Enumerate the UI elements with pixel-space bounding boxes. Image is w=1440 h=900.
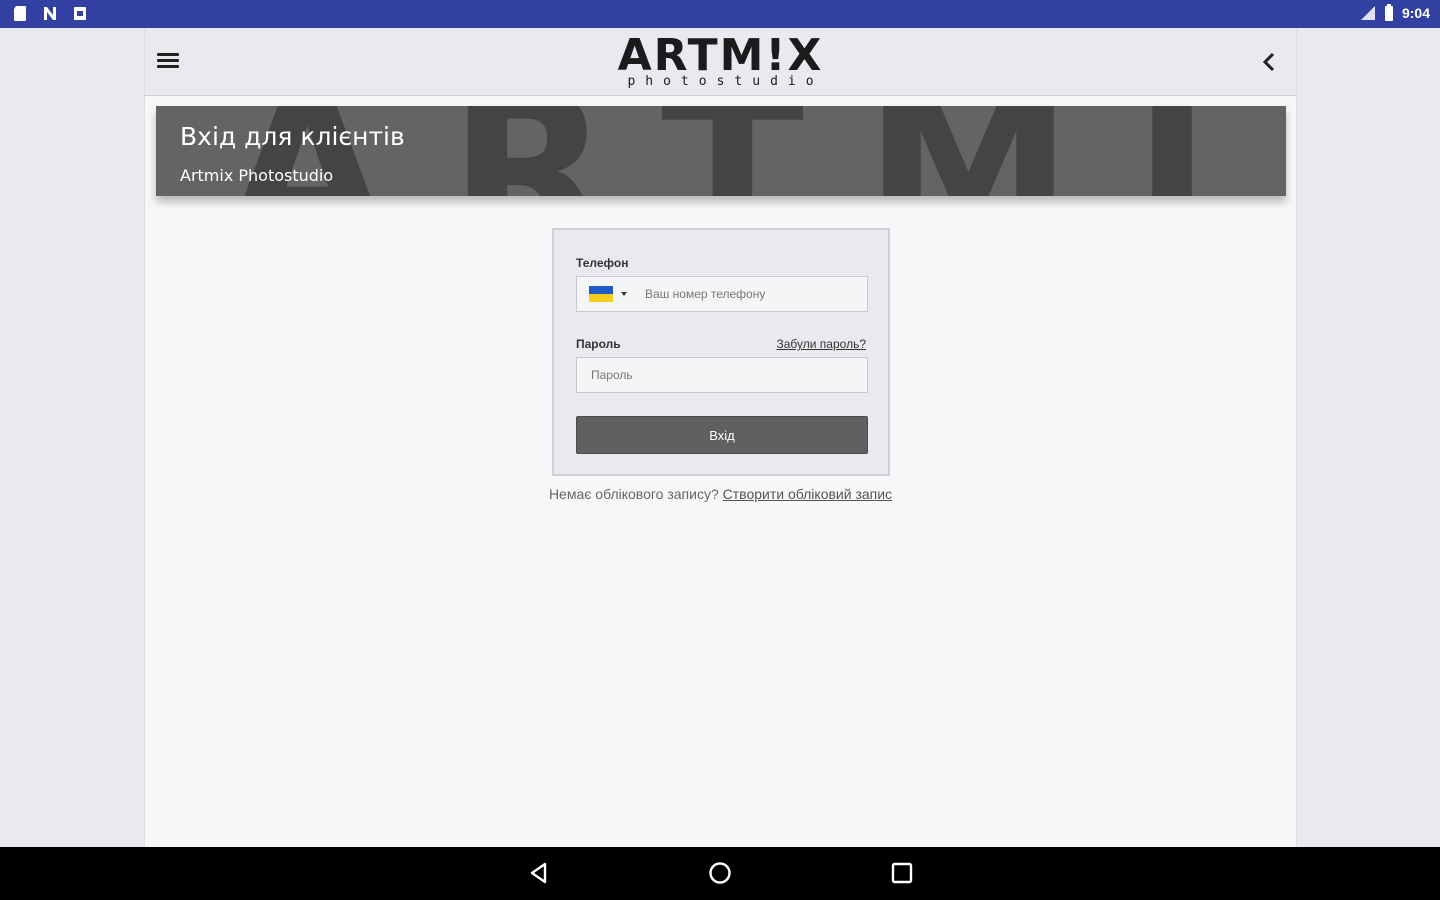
status-bar: 9:04 [0, 0, 1440, 28]
status-time: 9:04 [1401, 4, 1430, 21]
password-input[interactable] [591, 358, 861, 392]
artmix-logo: ARTM!X photostudio [145, 30, 1296, 89]
logo-main: ARTM!X [617, 30, 824, 81]
page-title: Вхід для клієнтів [180, 122, 405, 151]
signup-text: Немає облікового запису? [548, 486, 719, 502]
recents-icon[interactable] [888, 859, 916, 887]
back-icon[interactable] [525, 859, 553, 887]
phone-input[interactable] [645, 277, 860, 311]
signup-prompt: Немає облікового запису? Створити обліко… [145, 486, 1296, 502]
notification-icons [12, 5, 88, 22]
password-field [576, 357, 868, 393]
login-button[interactable]: Вхід [576, 416, 868, 454]
battery-icon [1384, 4, 1393, 21]
caret-down-icon [621, 292, 627, 296]
forgot-password-link[interactable]: Забули пароль? [777, 337, 867, 351]
logo-sub: photostudio [627, 74, 824, 89]
login-card: Телефон Пароль Забули пароль? Вхід [552, 228, 890, 476]
app-frame: ARTM!X photostudio ARTMIX Вхід для клієн… [144, 28, 1297, 847]
navigation-bar [0, 847, 1440, 900]
sd-card-icon [14, 6, 26, 21]
page-subtitle: Artmix Photostudio [180, 166, 334, 185]
phone-field [576, 276, 868, 312]
chevron-left-icon[interactable] [1256, 48, 1282, 76]
download-icon [74, 7, 86, 20]
page-banner: ARTMIX Вхід для клієнтів Artmix Photostu… [156, 106, 1286, 196]
country-select[interactable] [589, 286, 627, 302]
home-icon[interactable] [706, 859, 734, 887]
phone-label: Телефон [576, 256, 629, 270]
n-icon [44, 7, 56, 20]
system-icons: 9:04 [1360, 4, 1430, 21]
banner-background-text: ARTMIX [226, 106, 1286, 196]
password-label: Пароль [576, 337, 621, 351]
signal-icon [1360, 6, 1375, 20]
app-header: ARTM!X photostudio [145, 28, 1296, 96]
ukraine-flag-icon [589, 286, 613, 302]
create-account-link[interactable]: Створити обліковий запис [723, 486, 892, 502]
